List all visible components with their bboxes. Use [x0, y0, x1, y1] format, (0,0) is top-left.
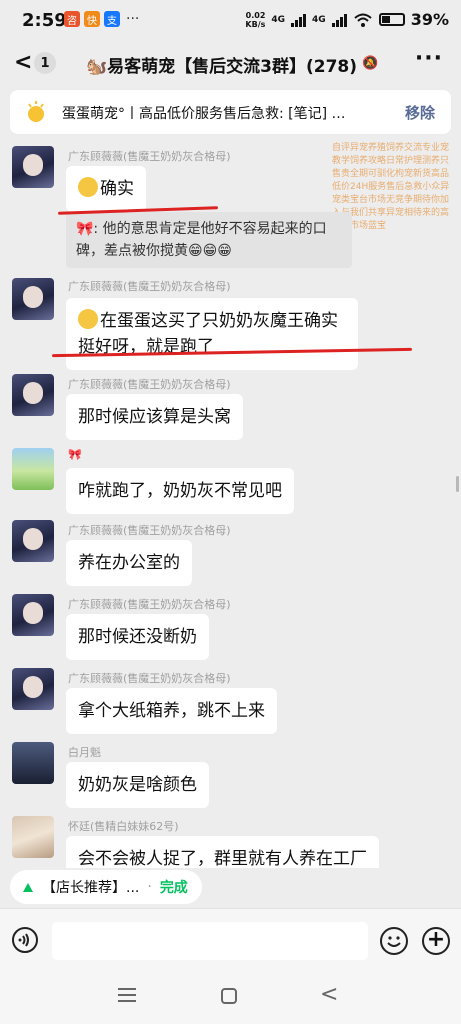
mini-program-icon — [23, 883, 33, 892]
sender-name: 广东顾薇薇(售魔王奶奶灰合格母) — [68, 672, 231, 685]
input-bar: + — [0, 908, 461, 971]
message-bubble[interactable]: 会不会被人捉了，群里就有人养在工厂 — [66, 836, 379, 868]
avatar[interactable] — [12, 146, 54, 188]
more-actions-button[interactable]: + — [422, 927, 450, 955]
smile-icon — [387, 936, 401, 947]
cat-emoji-icon — [78, 309, 98, 329]
sender-name: 广东顾薇薇(售魔王奶奶灰合格母) — [68, 150, 231, 163]
more-options-button[interactable]: ··· — [415, 46, 443, 71]
network-type: 4G — [312, 14, 326, 25]
system-back-button[interactable]: < — [320, 982, 338, 1007]
back-button[interactable]: < — [14, 50, 32, 75]
remove-notice-button[interactable]: 移除 — [405, 102, 435, 123]
home-button[interactable] — [221, 988, 237, 1004]
system-navigation-bar: < — [0, 970, 461, 1024]
sender-name: 广东顾薇薇(售魔王奶奶灰合格母) — [68, 598, 231, 611]
network-type: 4G — [271, 14, 286, 25]
network-speed: 0.02 KB/s — [245, 10, 266, 29]
app-notification-icon: 咨 — [64, 11, 80, 27]
suggestion-chip[interactable]: 【店长推荐】... · 完成 — [10, 870, 202, 904]
message-input[interactable] — [52, 922, 368, 960]
app-notification-icon: 快 — [84, 11, 100, 27]
message-bubble[interactable]: 那时候应该算是头窝 — [66, 394, 243, 440]
avatar[interactable] — [12, 594, 54, 636]
battery-icon — [378, 13, 405, 26]
voice-icon — [18, 933, 29, 947]
sender-name: 🎀 — [68, 448, 82, 461]
sender-name: 广东顾薇薇(售魔王奶奶灰合格母) — [68, 280, 231, 293]
avatar[interactable] — [12, 520, 54, 562]
avatar[interactable] — [12, 448, 54, 490]
status-bar: 2:59 咨 快 支 ··· 0.02 KB/s 4G 4G 39% — [0, 0, 461, 44]
wifi-icon — [354, 13, 372, 27]
notification-icons: 咨 快 支 ··· — [64, 11, 139, 27]
avatar[interactable] — [12, 374, 54, 416]
signal-icon — [331, 13, 347, 27]
message-bubble[interactable]: 在蛋蛋这买了只奶奶灰魔王确实挺好呀，就是跑了 — [66, 298, 358, 370]
alipay-icon: 支 — [104, 11, 120, 27]
sender-name: 白月魁 — [68, 746, 101, 759]
message-bubble[interactable]: 咋就跑了，奶奶灰不常见吧 — [66, 468, 294, 514]
mute-icon: 🔕 — [362, 56, 379, 71]
done-button[interactable]: 完成 — [160, 877, 188, 897]
announcement-icon — [28, 101, 44, 122]
sender-name: 广东顾薇薇(售魔王奶奶灰合格母) — [68, 524, 231, 537]
avatar[interactable] — [12, 278, 54, 320]
message-list[interactable]: 自评异宠养殖饲养交流专业宠教学饲养攻略日常护理测养只售贵全期可驯化枸宠新货高品低… — [0, 140, 461, 868]
message-bubble[interactable]: 奶奶灰是啥颜色 — [66, 762, 209, 808]
status-right: 0.02 KB/s 4G 4G 39% — [245, 10, 449, 29]
message-bubble[interactable]: 养在办公室的 — [66, 540, 192, 586]
recent-apps-button[interactable] — [118, 988, 136, 1002]
status-time: 2:59 — [22, 10, 67, 31]
pinned-notice[interactable]: 蛋蛋萌宠°丨高品低价服务售后急救: [笔记] 易客… 移除 — [10, 90, 451, 134]
cat-emoji-icon — [78, 177, 98, 197]
avatar[interactable] — [12, 816, 54, 858]
sender-name: 广东顾薇薇(售魔王奶奶灰合格母) — [68, 378, 231, 391]
chat-header: < 1 🐿️易客萌宠【售后交流3群】(278) 🔕 ··· — [0, 44, 461, 84]
unread-count-badge: 1 — [34, 52, 56, 74]
message-bubble[interactable]: 拿个大纸箱养，跳不上来 — [66, 688, 277, 734]
notice-text: 蛋蛋萌宠°丨高品低价服务售后急救: [笔记] 易客… — [62, 106, 352, 122]
more-notifications-icon: ··· — [126, 11, 140, 27]
message-bubble[interactable]: 那时候还没断奶 — [66, 614, 209, 660]
signal-icon — [291, 13, 307, 27]
sender-name: 怀廷(售精白妹妹62号) — [68, 820, 179, 833]
avatar[interactable] — [12, 742, 54, 784]
avatar[interactable] — [12, 668, 54, 710]
message-bubble[interactable]: 确实 — [66, 166, 146, 212]
chat-title[interactable]: 🐿️易客萌宠【售后交流3群】(278) — [86, 52, 357, 77]
battery-level: 39% — [410, 10, 449, 29]
scrollbar[interactable] — [456, 476, 459, 492]
emoji-button[interactable] — [380, 927, 408, 955]
voice-input-button[interactable] — [12, 927, 38, 953]
quoted-message[interactable]: 🎀: 他的意思肯定是他好不容易起来的口碑，差点被你搅黄😁😁😁 — [66, 212, 352, 268]
suggestion-label: 【店长推荐】... — [42, 880, 140, 896]
divider: · — [147, 879, 152, 895]
